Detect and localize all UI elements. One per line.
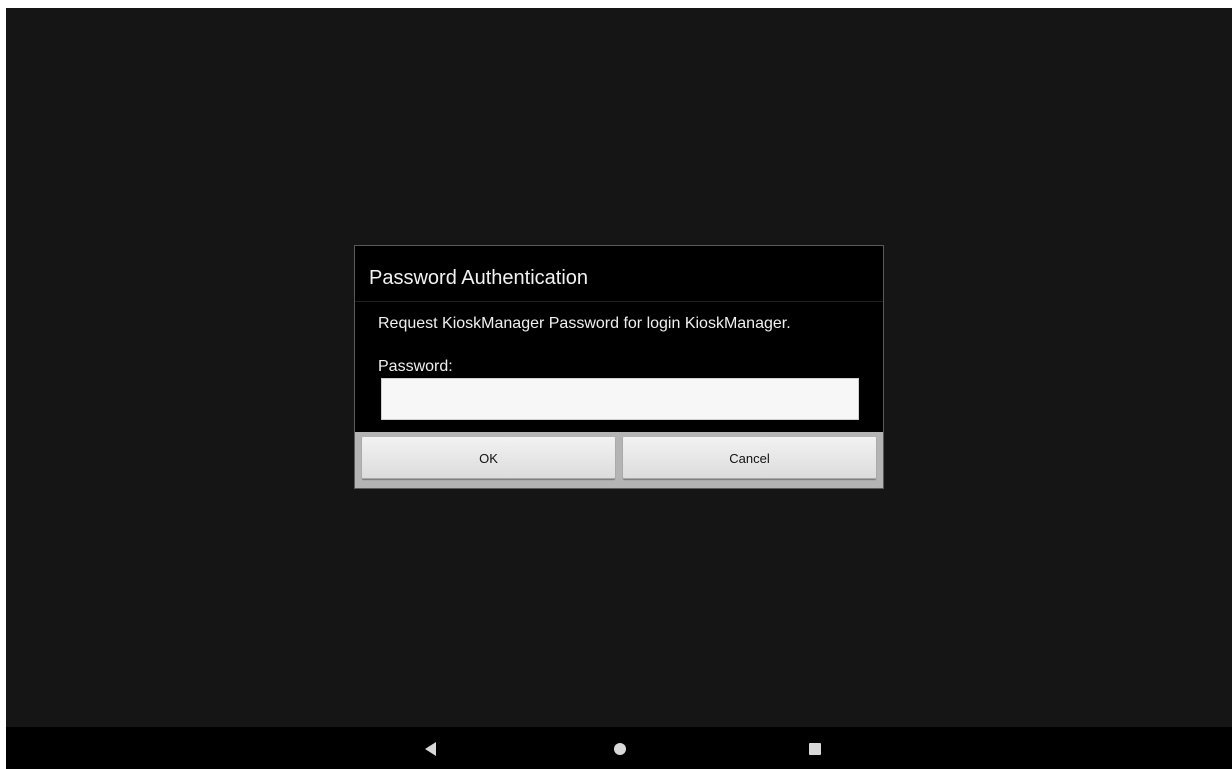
title-divider	[355, 301, 883, 302]
dialog-button-bar: OK Cancel	[355, 432, 883, 488]
recents-square-icon	[809, 743, 821, 755]
app-background: Password Authentication Request KioskMan…	[6, 8, 1232, 727]
recents-button[interactable]	[802, 736, 828, 762]
back-triangle-icon	[424, 742, 436, 756]
password-dialog: Password Authentication Request KioskMan…	[354, 245, 884, 489]
dialog-message: Request KioskManager Password for login …	[378, 315, 791, 332]
cancel-button[interactable]: Cancel	[623, 437, 876, 479]
home-circle-icon	[614, 743, 626, 755]
navigation-bar	[6, 727, 1232, 769]
dialog-title: Password Authentication	[369, 267, 589, 289]
home-button[interactable]	[607, 736, 633, 762]
ok-button[interactable]: OK	[362, 437, 615, 479]
password-input[interactable]	[381, 378, 859, 420]
password-label: Password:	[378, 358, 453, 375]
back-button[interactable]	[417, 736, 443, 762]
device-screen: Password Authentication Request KioskMan…	[6, 8, 1232, 769]
